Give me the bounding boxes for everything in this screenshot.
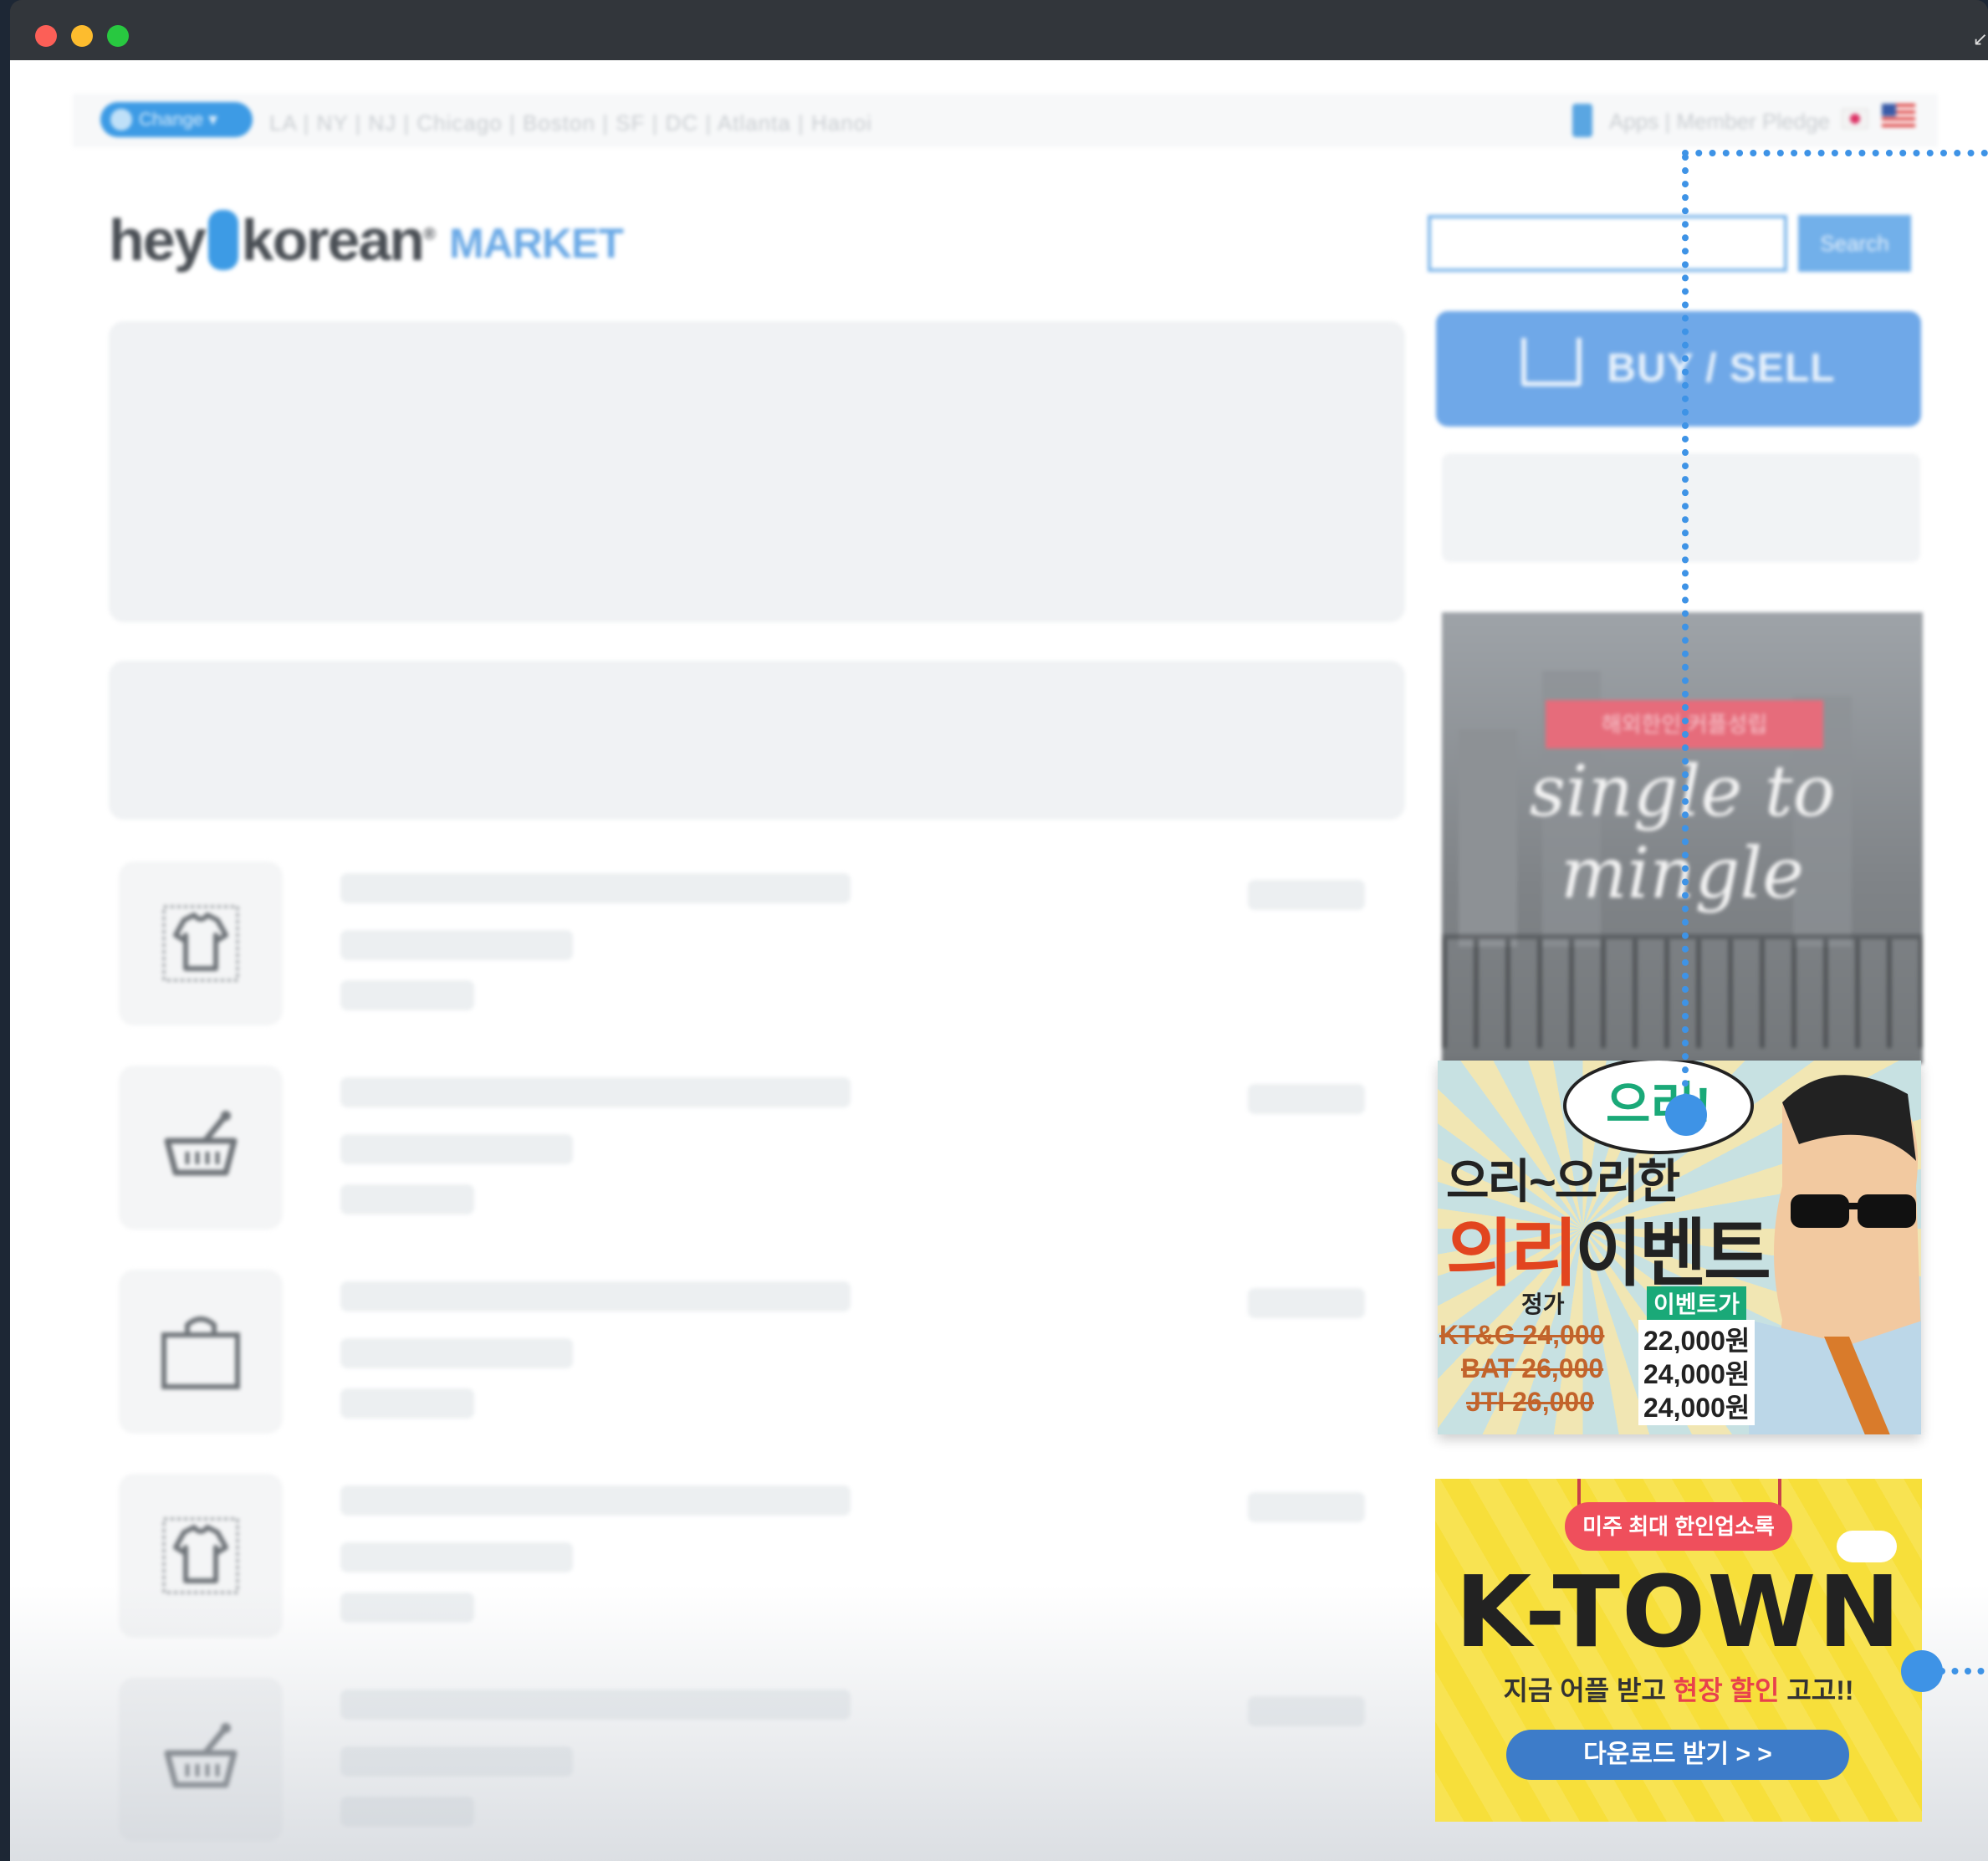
basket-icon (164, 1723, 238, 1788)
listing-meta-placeholder (340, 1797, 474, 1827)
listing-sub-placeholder (340, 1542, 573, 1572)
site-logo[interactable]: hey korean® (109, 207, 436, 274)
city-links[interactable]: LA | NY | NJ | Chicago | Boston | SF | D… (269, 110, 872, 136)
listing-thumbnail[interactable] (119, 1474, 283, 1638)
listing-sub-placeholder (340, 1338, 573, 1368)
listing-meta-placeholder (340, 1388, 474, 1419)
window-titlebar: ↙ (10, 0, 1988, 60)
maximize-window-button[interactable] (107, 25, 129, 47)
shirt-icon (162, 905, 239, 982)
hanger-line (1778, 1479, 1781, 1507)
ktown-tag: 미주 최대 한인업소록 (1565, 1502, 1792, 1551)
price-row-old: BAT 26,000 (1461, 1353, 1604, 1383)
uiri-headline-black: 이벤트 (1574, 1212, 1771, 1295)
listing-meta-placeholder (340, 1593, 474, 1623)
ktown-title: K-TOWN (1454, 1554, 1903, 1669)
listing-sub-placeholder (340, 1746, 573, 1777)
market-label: MARKET (449, 220, 624, 267)
listing-thumbnail[interactable] (119, 1270, 283, 1434)
listing-title-placeholder (340, 1690, 851, 1720)
listing-price-placeholder (1248, 1492, 1365, 1522)
annotation-line-top (1682, 150, 1988, 156)
listing-price-placeholder (1248, 1696, 1365, 1726)
annotation-node (1901, 1650, 1943, 1692)
event-price-label: 이벤트가 (1647, 1286, 1747, 1320)
price-row-new: 24,000원 (1638, 1387, 1755, 1425)
listing-title-placeholder (340, 1077, 851, 1107)
region-change-label: Change ▾ (139, 109, 218, 130)
listing-price-placeholder (1248, 1288, 1365, 1318)
listing-sub-placeholder (340, 930, 573, 960)
buy-sell-button[interactable]: BUY / SELL (1436, 311, 1921, 427)
listing-thumbnail[interactable] (119, 861, 283, 1025)
annotation-line-vertical (1682, 154, 1689, 1114)
uiri-headline-red: 의리 (1446, 1212, 1578, 1295)
annotation-node (1665, 1094, 1707, 1136)
ktown-slogan: 지금 어플 받고 현장 할인 고고!! (1435, 1669, 1922, 1708)
search-button[interactable]: Search (1798, 215, 1911, 272)
logo-korean: korean (241, 207, 426, 273)
close-window-button[interactable] (35, 25, 57, 47)
resize-icon[interactable]: ↙ (1973, 28, 1988, 50)
sidebar-placeholder-banner (1442, 453, 1920, 562)
listing-thumbnail[interactable] (119, 1678, 283, 1842)
logo-exclaim-icon (207, 210, 238, 270)
ktown-ad[interactable]: 미주 최대 한인업소록 K-TOWN 지금 어플 받고 현장 할인 고고!! 다… (1435, 1479, 1922, 1822)
ktown-slogan-post: 고고!! (1779, 1675, 1854, 1705)
listing-title-placeholder (340, 1281, 851, 1311)
us-flag-icon[interactable] (1882, 104, 1915, 127)
price-row-old: JTI 26,000 (1466, 1387, 1594, 1417)
phone-icon (1572, 104, 1592, 137)
buy-sell-label: BUY / SELL (1607, 346, 1836, 391)
listing-meta-placeholder (340, 1184, 474, 1214)
logo-mark: ® (423, 225, 436, 244)
category-placeholder (109, 661, 1405, 820)
logo-hey: hey (109, 207, 207, 273)
listing-sub-placeholder (340, 1134, 573, 1164)
uiri-bubble: 으리! (1563, 1061, 1754, 1154)
download-button[interactable]: 다운로드 받기 > > (1506, 1730, 1849, 1780)
top-links[interactable]: Apps | Member Pledge (1609, 109, 1830, 135)
search-input[interactable] (1428, 215, 1787, 272)
cart-icon (1521, 338, 1582, 386)
listing-meta-placeholder (340, 980, 474, 1010)
ktown-slogan-highlight: 현장 할인 (1673, 1675, 1780, 1705)
minimize-window-button[interactable] (71, 25, 93, 47)
region-change-button[interactable]: Change ▾ (100, 102, 253, 137)
regular-price-label: 정가 (1521, 1291, 1565, 1317)
globe-icon (110, 109, 132, 130)
listing-thumbnail[interactable] (119, 1066, 283, 1230)
annotation-line-right (1939, 1668, 1988, 1674)
sunglasses-man-illustration (1749, 1075, 1921, 1434)
uiri-headline: 의리이벤트 (1446, 1194, 1771, 1301)
shirt-icon (162, 1517, 239, 1594)
listing-price-placeholder (1248, 1084, 1365, 1114)
korea-flag-icon[interactable] (1842, 109, 1868, 129)
price-row-old: KT&G 24,000 (1439, 1320, 1605, 1350)
listing-title-placeholder (340, 873, 851, 903)
basket-icon (164, 1111, 238, 1176)
shopping-bag-icon (161, 1317, 240, 1389)
hero-placeholder (109, 321, 1405, 622)
ktown-slogan-pre: 지금 어플 받고 (1503, 1675, 1674, 1705)
listing-title-placeholder (340, 1485, 851, 1516)
listing-price-placeholder (1248, 880, 1365, 910)
